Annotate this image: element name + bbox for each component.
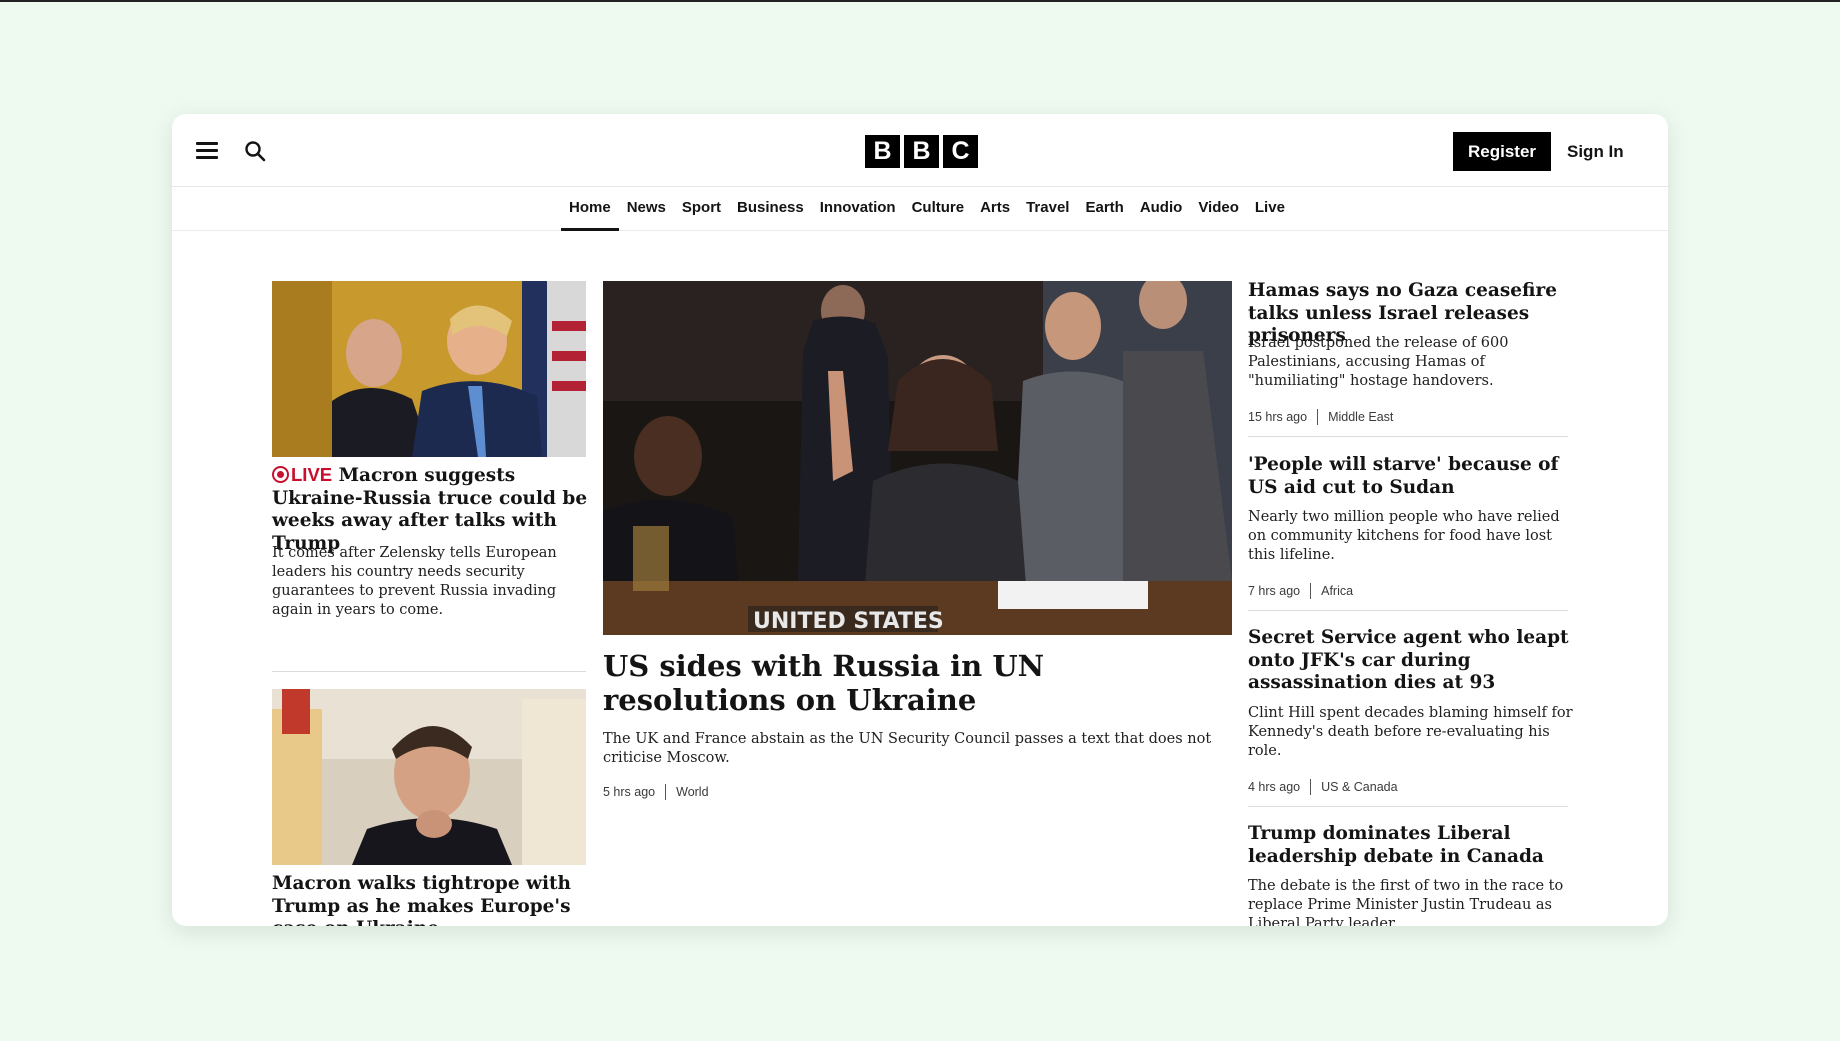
left-story1-summary: It comes after Zelensky tells European l… xyxy=(272,545,557,619)
nav-sport[interactable]: Sport xyxy=(674,187,729,231)
screen-top-border xyxy=(0,0,1840,2)
nav-video[interactable]: Video xyxy=(1190,187,1247,231)
right-story1-section[interactable]: Middle East xyxy=(1328,410,1393,424)
bbc-logo[interactable]: B B C xyxy=(865,135,978,168)
left-story1-headline[interactable]: LIVE Macron suggests Ukraine-Russia truc… xyxy=(272,464,588,555)
right-divider xyxy=(1248,806,1568,807)
right-story1-time: 15 hrs ago xyxy=(1248,410,1308,424)
left-divider xyxy=(272,671,586,672)
nav-business[interactable]: Business xyxy=(729,187,812,231)
nav-arts[interactable]: Arts xyxy=(972,187,1018,231)
right-story2-summary: Nearly two million people who have relie… xyxy=(1248,509,1560,564)
register-button[interactable]: Register xyxy=(1453,132,1551,171)
right-story3-time: 4 hrs ago xyxy=(1248,780,1301,794)
logo-letter: C xyxy=(943,135,978,168)
nav-home[interactable]: Home xyxy=(561,187,619,231)
menu-icon[interactable] xyxy=(196,142,218,160)
right-divider xyxy=(1248,436,1568,437)
main-time: 5 hrs ago xyxy=(603,785,656,799)
right-story2-headline[interactable]: 'People will starve' because of US aid c… xyxy=(1248,454,1573,499)
un-nameplate-text: UNITED STATES xyxy=(753,609,944,634)
logo-letter: B xyxy=(865,135,900,168)
right-story4-summary: The debate is the first of two in the ra… xyxy=(1248,878,1564,926)
main-summary: The UK and France abstain as the UN Secu… xyxy=(603,731,1212,767)
left-story2-headline[interactable]: Macron walks tightrope with Trump as he … xyxy=(272,873,588,926)
live-label: LIVE xyxy=(291,464,333,485)
nav-culture[interactable]: Culture xyxy=(904,187,973,231)
right-story3-headline[interactable]: Secret Service agent who leapt onto JFK'… xyxy=(1248,627,1573,695)
right-story2-time: 7 hrs ago xyxy=(1248,584,1301,598)
un-security-council-photo[interactable]: UNITED STATES xyxy=(603,281,1232,635)
search-icon[interactable] xyxy=(244,140,266,162)
macron-trump-photo[interactable] xyxy=(272,281,586,457)
right-story3-summary: Clint Hill spent decades blaming himself… xyxy=(1248,705,1573,760)
right-story3-meta: 4 hrs ago US & Canada xyxy=(1248,779,1398,795)
sign-in-button[interactable]: Sign In xyxy=(1567,132,1624,171)
main-section[interactable]: World xyxy=(676,785,708,799)
right-story1-meta: 15 hrs ago Middle East xyxy=(1248,409,1393,425)
nav-news[interactable]: News xyxy=(619,187,674,231)
browser-page: B B C Register Sign In Home News Sport B… xyxy=(172,114,1668,926)
nav-earth[interactable]: Earth xyxy=(1077,187,1131,231)
live-icon xyxy=(272,466,289,483)
right-story4-headline[interactable]: Trump dominates Liberal leadership debat… xyxy=(1248,823,1573,868)
nav-innovation[interactable]: Innovation xyxy=(812,187,904,231)
right-story2-section[interactable]: Africa xyxy=(1321,584,1353,598)
logo-letter: B xyxy=(904,135,939,168)
main-navigation: Home News Sport Business Innovation Cult… xyxy=(172,187,1668,231)
right-divider xyxy=(1248,610,1568,611)
right-story2-meta: 7 hrs ago Africa xyxy=(1248,583,1353,599)
nav-travel[interactable]: Travel xyxy=(1018,187,1077,231)
nav-live[interactable]: Live xyxy=(1247,187,1293,231)
right-story3-section[interactable]: US & Canada xyxy=(1321,780,1397,794)
macron-photo[interactable] xyxy=(272,689,586,865)
main-headline[interactable]: US sides with Russia in UN resolutions o… xyxy=(603,649,1223,717)
right-story1-summary: Israel postponed the release of 600 Pale… xyxy=(1248,335,1509,390)
masthead: B B C Register Sign In xyxy=(172,114,1668,187)
main-meta: 5 hrs ago World xyxy=(603,784,709,800)
nav-audio[interactable]: Audio xyxy=(1132,187,1191,231)
